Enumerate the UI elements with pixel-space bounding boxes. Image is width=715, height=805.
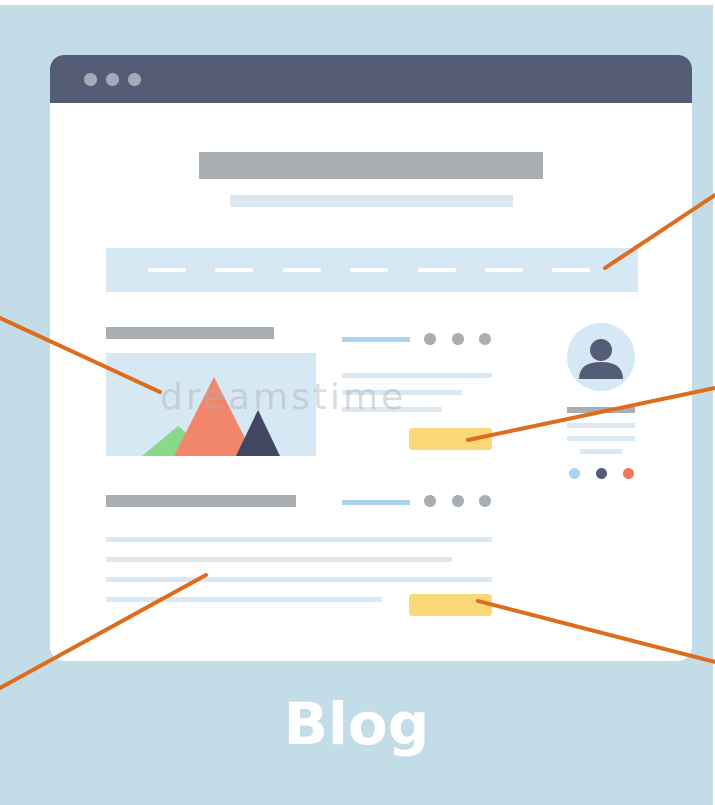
callout-lines — [0, 193, 715, 690]
callout-line-navigation — [603, 193, 715, 270]
callout-line-button-2 — [476, 599, 715, 664]
callout-line-button — [466, 386, 715, 442]
callout-line-text — [0, 573, 208, 690]
callout-line-image — [0, 316, 162, 394]
